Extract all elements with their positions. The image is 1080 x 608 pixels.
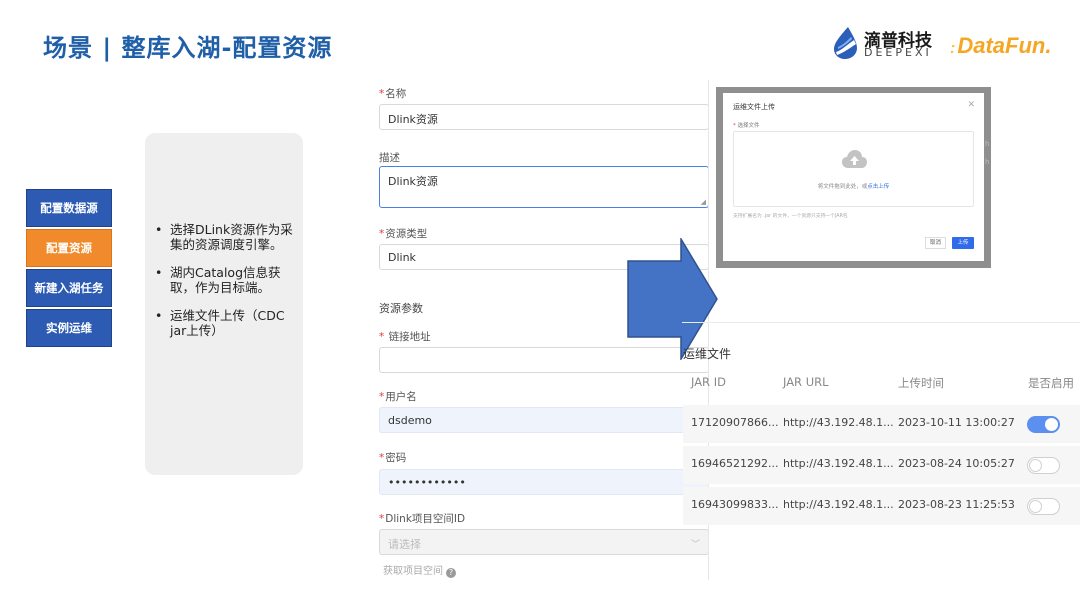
upload-button[interactable]: 上传	[952, 237, 974, 249]
close-icon[interactable]: ✕	[967, 100, 975, 110]
bullet: •	[155, 222, 163, 237]
datafun-logo: :DataFun.	[950, 33, 1051, 59]
deepexi-en-name: DEEPEXI	[864, 46, 932, 59]
upload-dialog: 运维文件上传 ✕ * 选择文件 将文件拖到此处，或点击上传 支持扩展名为 .ja…	[723, 93, 984, 261]
question-circle-icon: ?	[446, 568, 456, 578]
step-configure-datasource[interactable]: 配置数据源	[26, 189, 112, 227]
file-dropzone[interactable]: 将文件拖到此处，或点击上传	[733, 131, 974, 207]
enabled-toggle[interactable]	[1027, 498, 1060, 515]
step-instance-ops[interactable]: 实例运维	[26, 309, 112, 347]
connection-url-label: * 链接地址	[379, 331, 431, 343]
jar-url: http://43.192.48.1...	[783, 457, 894, 470]
enabled-toggle[interactable]	[1027, 416, 1060, 433]
username-label: *用户名	[379, 391, 417, 403]
jar-id: 16943099833...	[691, 498, 779, 511]
select-file-label: * 选择文件	[733, 123, 760, 129]
note-item: • 选择DLink资源作为采集的资源调度引擎。	[155, 222, 300, 252]
cloud-upload-icon	[842, 150, 867, 168]
password-input[interactable]: ••••••••••••	[379, 469, 709, 495]
table-row: 16946521292... http://43.192.48.1... 202…	[683, 446, 1080, 484]
col-enabled: 是否启用	[1028, 376, 1074, 390]
cancel-button[interactable]: 取消	[925, 237, 946, 249]
description-label: 描述	[379, 152, 400, 164]
datafun-name: DataFun.	[957, 33, 1052, 58]
jar-url: http://43.192.48.1...	[783, 416, 894, 429]
note-text: 湖内Catalog信息获取，作为目标端。	[170, 265, 281, 295]
table-row: 17120907866... http://43.192.48.1... 202…	[683, 405, 1080, 443]
resource-type-label: *资源类型	[379, 228, 428, 240]
col-jar-id: JAR ID	[691, 375, 726, 389]
jar-id: 17120907866...	[691, 416, 779, 429]
project-space-help[interactable]: 获取项目空间?	[383, 562, 456, 578]
step-nav: 配置数据源 配置资源 新建入湖任务 实例运维	[26, 189, 112, 349]
description-textarea[interactable]: Dlink资源 ◢	[379, 166, 709, 208]
note-text: 运维文件上传（CDC jar上传）	[170, 308, 285, 338]
notes-list: • 选择DLink资源作为采集的资源调度引擎。 • 湖内Catalog信息获取，…	[155, 222, 300, 351]
table-row: 16943099833... http://43.192.48.1... 202…	[683, 487, 1080, 525]
col-upload-time: 上传时间	[898, 376, 944, 390]
bullet: •	[155, 308, 163, 323]
step-new-ingestion-task[interactable]: 新建入湖任务	[26, 269, 112, 307]
resize-handle-icon[interactable]: ◢	[701, 198, 706, 206]
upload-time: 2023-08-24 10:05:27	[898, 457, 1015, 470]
name-label: *名称	[379, 88, 407, 100]
background-text: h	[985, 140, 990, 148]
background-text: h	[985, 158, 990, 166]
table-divider	[682, 322, 1080, 323]
upload-time: 2023-08-23 11:25:53	[898, 498, 1015, 511]
step-configure-resource[interactable]: 配置资源	[26, 229, 112, 267]
chevron-down-icon: ﹀	[690, 540, 700, 550]
ops-files-title: 运维文件	[683, 347, 732, 361]
enabled-toggle[interactable]	[1027, 457, 1060, 474]
upload-hint: 支持扩展名为 .jar 的文件，一个资源只支持一个JAR包	[733, 214, 848, 219]
deepexi-logo: 滴普科技 DEEPEXI	[832, 24, 944, 64]
click-upload-link[interactable]: 点击上传	[867, 184, 889, 190]
note-text: 选择DLink资源作为采集的资源调度引擎。	[170, 222, 293, 252]
username-input[interactable]: dsdemo	[379, 407, 709, 433]
name-input[interactable]: Dlink资源	[379, 104, 709, 130]
table-header: JAR ID JAR URL 上传时间 是否启用	[683, 365, 1080, 399]
note-item: • 湖内Catalog信息获取，作为目标端。	[155, 265, 300, 295]
dialog-title: 运维文件上传	[733, 103, 775, 111]
datafun-mark: :	[950, 40, 956, 57]
upload-time: 2023-10-11 13:00:27	[898, 416, 1015, 429]
project-space-label: *Dlink项目空间ID	[379, 513, 466, 525]
resource-params-title: 资源参数	[379, 302, 423, 315]
col-jar-url: JAR URL	[783, 375, 829, 389]
bullet: •	[155, 265, 163, 280]
slide-title: 场景 | 整库入湖-配置资源	[43, 34, 333, 62]
project-space-select[interactable]: 请选择 ﹀	[379, 529, 709, 555]
note-item: • 运维文件上传（CDC jar上传）	[155, 308, 300, 338]
right-arrow-icon	[627, 238, 718, 360]
dropzone-text: 将文件拖到此处，或点击上传	[817, 184, 890, 190]
deepexi-drop-icon	[834, 27, 857, 59]
jar-id: 16946521292...	[691, 457, 779, 470]
jar-url: http://43.192.48.1...	[783, 498, 894, 511]
password-label: *密码	[379, 452, 407, 464]
